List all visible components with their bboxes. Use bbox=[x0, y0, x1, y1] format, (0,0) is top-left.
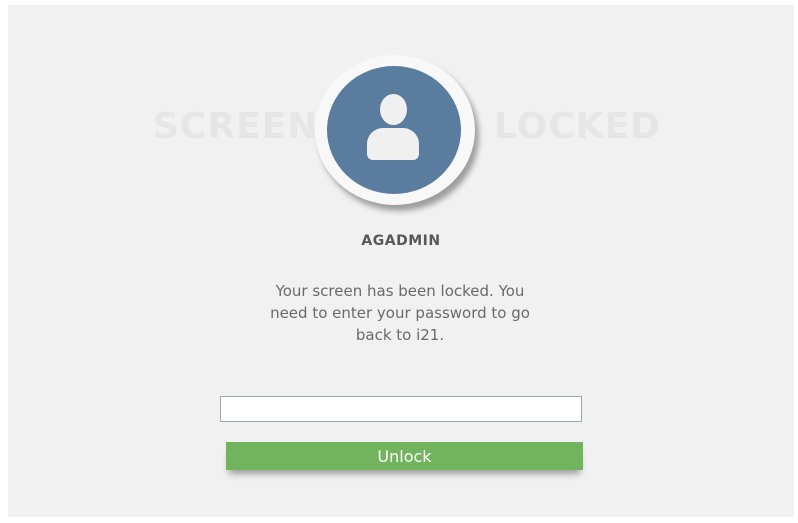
user-icon bbox=[380, 94, 407, 125]
bg-word-screen: SCREEN bbox=[153, 106, 319, 147]
avatar-frame bbox=[315, 55, 475, 205]
user-icon-body bbox=[367, 128, 419, 160]
username: AGADMIN bbox=[361, 233, 441, 249]
lock-message: Your screen has been locked. You need to… bbox=[270, 282, 530, 344]
bg-word-locked: LOCKED bbox=[494, 106, 662, 147]
password-input[interactable] bbox=[220, 396, 582, 422]
avatar bbox=[327, 66, 461, 194]
lock-panel: SCREEN LOCKED AGADMIN Your screen has be… bbox=[8, 5, 794, 517]
unlock-button[interactable]: Unlock bbox=[226, 442, 583, 470]
